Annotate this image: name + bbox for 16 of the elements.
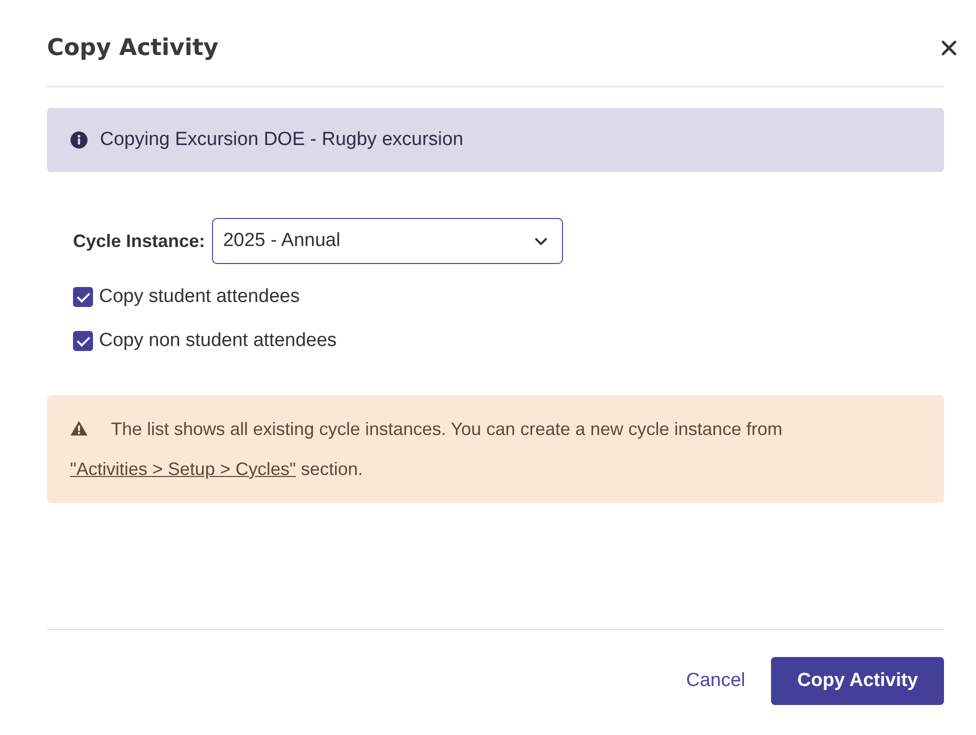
info-text: Copying Excursion DOE - Rugby excursion	[100, 129, 464, 151]
chevron-icon	[534, 236, 548, 246]
info-icon	[70, 131, 88, 149]
checkbox-label: Copy non student attendees	[99, 330, 337, 352]
cycle-select[interactable]: 2025 - Annual	[212, 218, 564, 264]
warning-text: The list shows all existing cycle instances. You can create a new cycle instance from "Activities > Setup > Cycles" section.	[70, 418, 784, 481]
checkbox[interactable]	[73, 331, 93, 351]
checkbox[interactable]	[73, 287, 93, 307]
close-button[interactable]	[940, 39, 958, 57]
copy-activity-button[interactable]: Copy Activity	[771, 657, 944, 705]
cancel-button[interactable]: Cancel	[686, 670, 746, 692]
section-link[interactable]: "Activities > Setup > Cycles"	[70, 459, 296, 479]
field-label: Cycle Instance:	[73, 230, 206, 252]
warning-icon	[70, 420, 88, 436]
dialog-title: Copy Activity	[47, 35, 218, 61]
checkbox-label: Copy student attendees	[99, 286, 300, 308]
